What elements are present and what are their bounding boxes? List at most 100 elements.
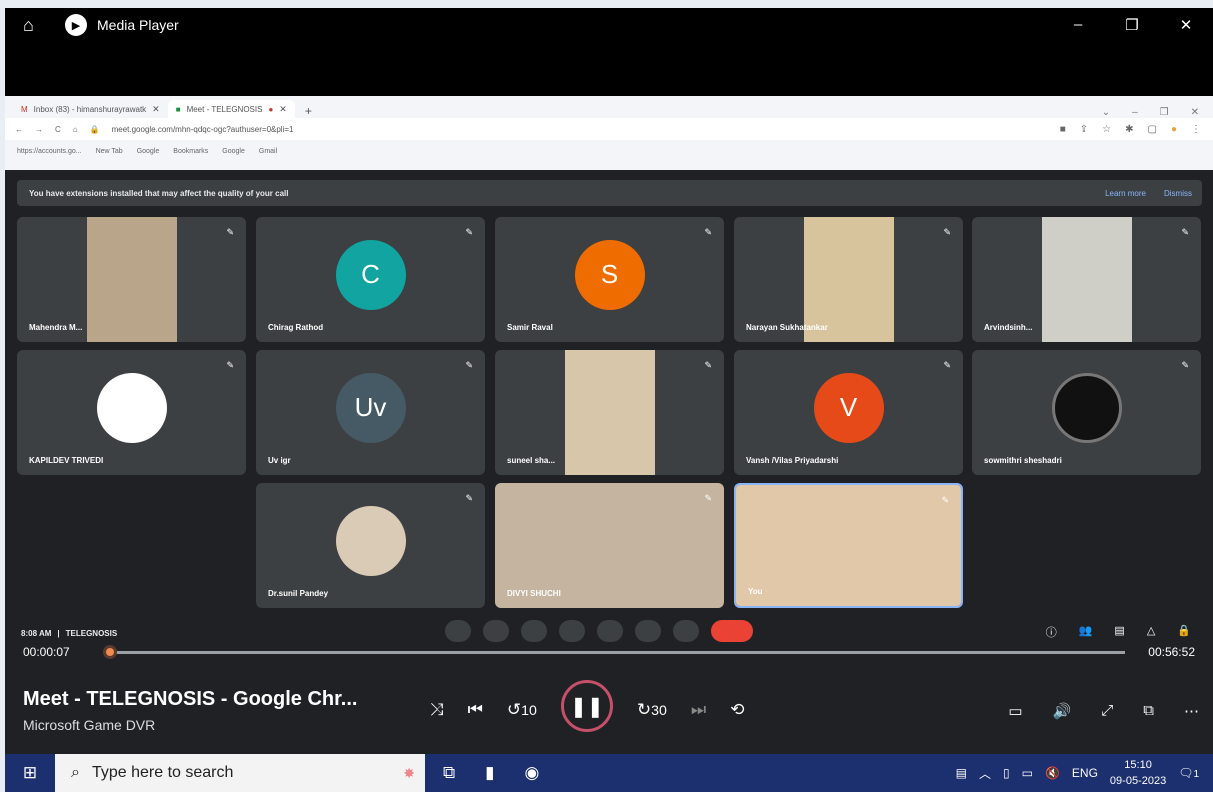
more-icon[interactable]: ⋯ (1184, 702, 1199, 720)
windows-start-icon[interactable]: ⊞ (5, 763, 55, 783)
next-icon[interactable]: ⏭ (691, 700, 706, 720)
menu-icon[interactable]: ⋮ (1191, 124, 1201, 135)
new-tab-button[interactable]: + (295, 104, 322, 118)
participant-tile[interactable]: C ✎ Chirag Rathod (256, 217, 485, 342)
home-icon[interactable]: ⌂ (73, 125, 78, 134)
previous-icon[interactable]: ⏮ (468, 700, 483, 720)
tab-gmail[interactable]: M Inbox (83) - himanshurayrawatk ✕ (13, 100, 168, 118)
media-player-taskbar-icon[interactable]: ◉ (525, 763, 540, 783)
minimize-button[interactable]: – (1051, 16, 1105, 34)
seek-track[interactable] (113, 651, 1125, 654)
participant-tile[interactable]: ✎ Narayan Sukhatankar (734, 217, 963, 342)
miniplayer-icon[interactable]: ⧉ (1143, 702, 1154, 720)
skip-back-label: 10 (521, 703, 537, 719)
mic-button[interactable] (445, 620, 471, 642)
participant-tile[interactable]: ✎ Dr.sunil Pandey (256, 483, 485, 608)
app-title: Media Player (97, 17, 179, 33)
bookmark-item[interactable]: Google (222, 148, 245, 155)
volume-icon[interactable]: 🔊 (1053, 702, 1072, 720)
browser-close-button[interactable]: ✕ (1191, 107, 1199, 118)
chevron-up-icon[interactable]: ︿ (979, 765, 991, 782)
sidebar-icon[interactable]: ▢ (1148, 124, 1157, 135)
repeat-icon[interactable]: ⟲ (730, 700, 744, 720)
extensions-icon[interactable]: ✱ (1125, 124, 1133, 135)
camera-icon[interactable]: ■ (1060, 124, 1066, 135)
browser-restore-button[interactable]: ❐ (1160, 107, 1169, 118)
bookmark-item[interactable]: https://accounts.go... (17, 148, 82, 155)
participant-tile[interactable]: S ✎ Samir Raval (495, 217, 724, 342)
battery-icon[interactable]: ▯ (1003, 766, 1010, 780)
reload-icon[interactable]: C (55, 125, 61, 134)
skip-forward-icon[interactable]: ↻30 (637, 700, 667, 720)
reactions-button[interactable] (559, 620, 585, 642)
tab-meet[interactable]: ■ Meet - TELEGNOSIS ● ✕ (167, 100, 295, 118)
browser-chrome: M Inbox (83) - himanshurayrawatk ✕ ■ Mee… (5, 96, 1213, 170)
people-icon[interactable]: 👥 (1079, 624, 1093, 640)
end-call-button[interactable] (711, 620, 753, 642)
muted-mic-icon: ✎ (1181, 227, 1189, 237)
speaker-muted-icon[interactable]: 🔇 (1045, 766, 1060, 780)
participant-tile[interactable]: ✎ Mahendra M... (17, 217, 246, 342)
close-button[interactable]: ✕ (1159, 16, 1213, 34)
participant-tile[interactable]: ✎ DIVYI SHUCHI (495, 483, 724, 608)
muted-mic-icon: ✎ (704, 227, 712, 237)
participant-tile[interactable]: Uv ✎ Uv igr (256, 350, 485, 475)
fullscreen-icon[interactable]: ⤢ (1101, 702, 1113, 720)
bookmark-item[interactable]: Gmail (259, 148, 277, 155)
clock[interactable]: 15:10 09-05-2023 (1110, 757, 1166, 789)
tab-strip: M Inbox (83) - himanshurayrawatk ✕ ■ Mee… (5, 96, 1213, 118)
bookmark-item[interactable]: Google (137, 148, 160, 155)
network-icon[interactable]: ▭ (1022, 766, 1033, 780)
news-icon[interactable]: ▤ (956, 766, 967, 780)
notifications-icon[interactable]: 🗨1 (1178, 766, 1199, 780)
learn-more-link[interactable]: Learn more (1105, 189, 1146, 198)
url-field[interactable]: meet.google.com/mhn-qdqc-ogc?authuser=0&… (112, 125, 1048, 134)
skip-back-icon[interactable]: ↺10 (507, 700, 537, 720)
home-icon[interactable]: ⌂ (23, 15, 53, 36)
close-tab-icon[interactable]: ✕ (152, 104, 160, 115)
participant-tile[interactable]: V ✎ Vansh /Vilas Priyadarshi (734, 350, 963, 475)
windows-taskbar: ⊞ ⌕ Type here to search ✸ ⧉ ▮ ◉ ▤ ︿ ▯ ▭ … (5, 754, 1213, 792)
back-icon[interactable]: ← (15, 125, 23, 134)
shuffle-icon[interactable]: ⤨ (430, 700, 444, 720)
host-controls-icon[interactable]: 🔒 (1177, 624, 1191, 640)
participant-tile[interactable]: ✎ suneel sha... (495, 350, 724, 475)
close-tab-icon[interactable]: ✕ (279, 104, 287, 115)
participant-tile[interactable]: ✎ KAPILDEV TRIVEDI (17, 350, 246, 475)
profile-avatar[interactable]: ● (1171, 124, 1177, 135)
participant-name: sowmithri sheshadri (984, 456, 1062, 465)
task-view-icon[interactable]: ⧉ (443, 763, 455, 783)
more-options-button[interactable] (673, 620, 699, 642)
tab-search-button[interactable]: ⌄ (1102, 107, 1110, 118)
bookmark-item[interactable]: Bookmarks (173, 148, 208, 155)
bookmark-item[interactable]: New Tab (96, 148, 123, 155)
activities-icon[interactable]: △ (1147, 624, 1155, 640)
seek-thumb[interactable] (103, 645, 118, 659)
raise-hand-button[interactable] (635, 620, 661, 642)
participant-tile[interactable]: ✎ Arvindsinh... (972, 217, 1201, 342)
present-button[interactable] (597, 620, 623, 642)
muted-mic-icon: ✎ (943, 227, 951, 237)
participant-tile[interactable]: ✎ You (734, 483, 963, 608)
extension-warning-banner: You have extensions installed that may a… (17, 180, 1202, 206)
chat-icon[interactable]: ▤ (1114, 624, 1124, 640)
media-subtitle: Microsoft Game DVR (23, 717, 156, 733)
captions-button[interactable] (521, 620, 547, 642)
browser-minimize-button[interactable]: – (1132, 107, 1138, 118)
pause-button[interactable]: ❚❚ (560, 680, 613, 732)
share-icon[interactable]: ⇪ (1080, 124, 1088, 135)
language-indicator[interactable]: ENG (1072, 766, 1098, 780)
subtitles-icon[interactable]: ▭ (1008, 702, 1022, 720)
bookmarks-bar: https://accounts.go... New Tab Google Bo… (5, 140, 1213, 162)
participant-video (87, 217, 177, 342)
taskbar-search[interactable]: ⌕ Type here to search ✸ (55, 754, 425, 792)
search-placeholder: Type here to search (91, 764, 234, 781)
file-explorer-icon[interactable]: ▮ (485, 763, 494, 783)
camera-button[interactable] (483, 620, 509, 642)
info-icon[interactable]: ⓘ (1046, 624, 1057, 640)
forward-icon[interactable]: → (35, 125, 43, 134)
restore-button[interactable]: ❐ (1105, 16, 1159, 34)
star-icon[interactable]: ☆ (1102, 124, 1111, 135)
dismiss-link[interactable]: Dismiss (1164, 189, 1192, 198)
participant-tile[interactable]: ✎ sowmithri sheshadri (972, 350, 1201, 475)
